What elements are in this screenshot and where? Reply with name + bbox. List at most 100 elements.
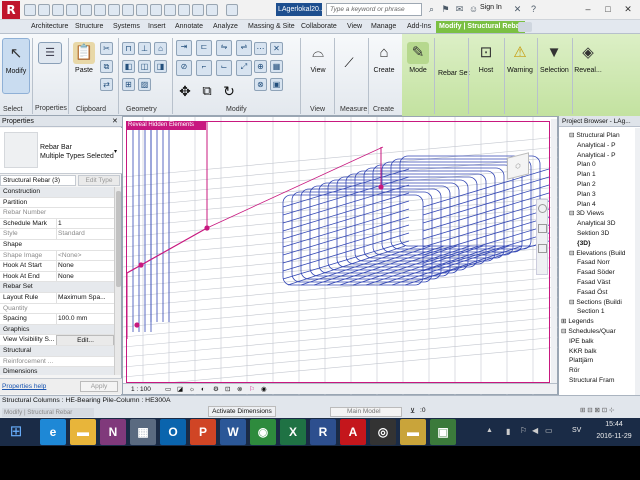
flag-icon[interactable]: ⚐ bbox=[520, 426, 527, 435]
tab-structure[interactable]: Structure bbox=[72, 21, 106, 33]
property-row[interactable]: Style Standard bbox=[0, 229, 114, 240]
browser-item[interactable]: Analytical 3D bbox=[561, 219, 637, 229]
property-category[interactable]: Graphics bbox=[0, 324, 114, 336]
temp-hide-icon[interactable]: ◉ bbox=[261, 384, 267, 395]
active-workset-dropdown[interactable]: Main Model bbox=[330, 407, 402, 417]
crop-icon[interactable]: ⊡ bbox=[225, 384, 230, 395]
browser-item[interactable]: ⊞ Legends bbox=[561, 317, 637, 327]
measure-tool-icon[interactable]: ⟋ bbox=[340, 54, 358, 72]
property-value[interactable]: Standard bbox=[56, 229, 114, 240]
browser-item[interactable]: Plan 0 bbox=[561, 160, 637, 170]
properties-scrollbar[interactable] bbox=[114, 187, 121, 375]
properties-icon[interactable]: ☰ bbox=[38, 42, 62, 64]
split-icon[interactable]: ⊘ bbox=[176, 60, 192, 76]
browser-item[interactable]: Analytical - P bbox=[561, 141, 637, 151]
file-explorer-icon[interactable]: ▬ bbox=[70, 419, 96, 445]
user-icon[interactable]: ☺ bbox=[468, 4, 479, 15]
browser-item[interactable]: Analytical - P bbox=[561, 151, 637, 161]
sync-icon[interactable] bbox=[52, 4, 64, 16]
shadows-icon[interactable]: ◐ bbox=[201, 384, 205, 395]
customize-qat-icon[interactable] bbox=[226, 4, 238, 16]
internet-explorer-icon[interactable]: e bbox=[40, 419, 66, 445]
battery-icon[interactable]: ▭ bbox=[545, 426, 553, 435]
exchange-icon[interactable]: ✕ bbox=[512, 4, 523, 15]
scale-icon[interactable]: ⤢ bbox=[236, 60, 252, 76]
tab-collaborate[interactable]: Collaborate bbox=[298, 21, 340, 33]
calculator-icon[interactable]: ▦ bbox=[130, 419, 156, 445]
search-input[interactable]: Type a keyword or phrase bbox=[326, 3, 422, 16]
property-value[interactable]: 1 bbox=[56, 218, 114, 229]
network-icon[interactable]: ▮ bbox=[506, 427, 510, 436]
selection-button[interactable]: ▼ Selection bbox=[540, 38, 569, 94]
powerpoint-icon[interactable]: P bbox=[190, 419, 216, 445]
property-value[interactable]: None bbox=[56, 261, 114, 271]
close-hidden-icon[interactable] bbox=[192, 4, 204, 16]
tab-modify-structural-rebar[interactable]: Modify | Structural Rebar bbox=[436, 21, 526, 33]
property-row[interactable]: Layout Rule Maximum Spa... bbox=[0, 293, 114, 304]
property-value[interactable]: None bbox=[56, 271, 114, 282]
host-button[interactable]: ⊡ Host bbox=[472, 38, 500, 94]
browser-item[interactable]: {3D} bbox=[561, 239, 637, 249]
detail-level-icon[interactable]: ▭ bbox=[165, 384, 171, 395]
word-icon[interactable]: W bbox=[220, 419, 246, 445]
match-type-icon[interactable]: ⇄ bbox=[100, 78, 113, 91]
excel-icon[interactable]: X bbox=[280, 419, 306, 445]
cope-icon[interactable]: ⊓ bbox=[122, 42, 135, 55]
thin-lines-icon[interactable] bbox=[178, 4, 190, 16]
app-menu-button[interactable]: R bbox=[2, 1, 20, 19]
property-category[interactable]: Construction bbox=[0, 187, 114, 198]
lock-view-icon[interactable]: ⊗ bbox=[237, 384, 242, 395]
rebar-set-label[interactable]: Rebar Set bbox=[438, 70, 470, 77]
browser-item[interactable]: Plan 3 bbox=[561, 190, 637, 200]
move-icon[interactable]: ✥ bbox=[176, 82, 194, 100]
text-icon[interactable] bbox=[136, 4, 148, 16]
tab-manage[interactable]: Manage bbox=[368, 21, 399, 33]
create-similar-icon[interactable]: ▣ bbox=[270, 78, 283, 91]
paint-icon[interactable]: ▨ bbox=[138, 78, 151, 91]
browser-item[interactable]: Structural Fram bbox=[561, 376, 637, 386]
join-icon[interactable]: ⊞ bbox=[122, 78, 135, 91]
browser-item[interactable]: Fasad Söder bbox=[561, 268, 637, 278]
property-row[interactable]: Shape bbox=[0, 240, 114, 251]
copy-icon[interactable]: ⧉ bbox=[100, 60, 113, 73]
group-icon[interactable]: ▦ bbox=[270, 60, 283, 73]
pin-icon[interactable]: ⊕ bbox=[254, 60, 267, 73]
browser-item[interactable]: KKR balk bbox=[561, 347, 637, 357]
browser-item[interactable]: ⊟ Schedules/Quar bbox=[561, 327, 637, 337]
browser-item[interactable]: Fasad Väst bbox=[561, 278, 637, 288]
property-row[interactable]: Shape Image <None> bbox=[0, 250, 114, 262]
browser-item[interactable]: Fasad Norr bbox=[561, 258, 637, 268]
communication-icon[interactable]: ✉ bbox=[454, 4, 465, 15]
property-value[interactable]: <None> bbox=[56, 250, 114, 261]
reveal-hidden-icon[interactable]: ⚐ bbox=[249, 384, 255, 395]
tab-massing-site[interactable]: Massing & Site bbox=[245, 21, 298, 33]
undo-icon[interactable] bbox=[66, 4, 78, 16]
print-icon[interactable] bbox=[94, 4, 106, 16]
tab-insert[interactable]: Insert bbox=[145, 21, 169, 33]
reveal-button[interactable]: ◈ Reveal... bbox=[574, 38, 602, 94]
browser-item[interactable]: ⊟ Elevations (Build bbox=[561, 249, 637, 259]
property-value[interactable]: Maximum Spa... bbox=[56, 293, 114, 303]
browser-item[interactable]: Plan 1 bbox=[561, 170, 637, 180]
panel-toggle-icon[interactable] bbox=[518, 22, 532, 32]
folder-icon[interactable]: ▬ bbox=[400, 419, 426, 445]
property-row[interactable]: Reinforcement ... bbox=[0, 356, 114, 368]
properties-help-link[interactable]: Properties help bbox=[2, 383, 46, 390]
property-row[interactable]: Hook At Start None bbox=[0, 261, 114, 272]
uncut-icon[interactable]: ◨ bbox=[154, 60, 167, 73]
tag-icon[interactable] bbox=[122, 4, 134, 16]
tab-annotate[interactable]: Annotate bbox=[172, 21, 206, 33]
render-icon[interactable]: ⚙ bbox=[213, 384, 219, 395]
property-row[interactable]: Rebar Number bbox=[0, 208, 114, 219]
maximize-button[interactable]: □ bbox=[600, 2, 616, 16]
property-category[interactable]: Rebar Set bbox=[0, 282, 114, 293]
tab-add-ins[interactable]: Add-Ins bbox=[404, 21, 434, 33]
chrome-icon[interactable]: ◉ bbox=[250, 419, 276, 445]
type-selector[interactable]: Rebar Bar Multiple Types Selected ▾ bbox=[0, 128, 122, 174]
property-row[interactable]: Schedule Mark 1 bbox=[0, 218, 114, 230]
filter-count-icon[interactable]: ⊻ bbox=[410, 407, 415, 415]
copy-element-icon[interactable]: ⧉ bbox=[198, 82, 216, 100]
start-button[interactable]: ⊞ bbox=[4, 420, 28, 444]
property-row[interactable]: Partition bbox=[0, 197, 114, 209]
mirror-draw-icon[interactable]: ⇌ bbox=[236, 40, 252, 56]
